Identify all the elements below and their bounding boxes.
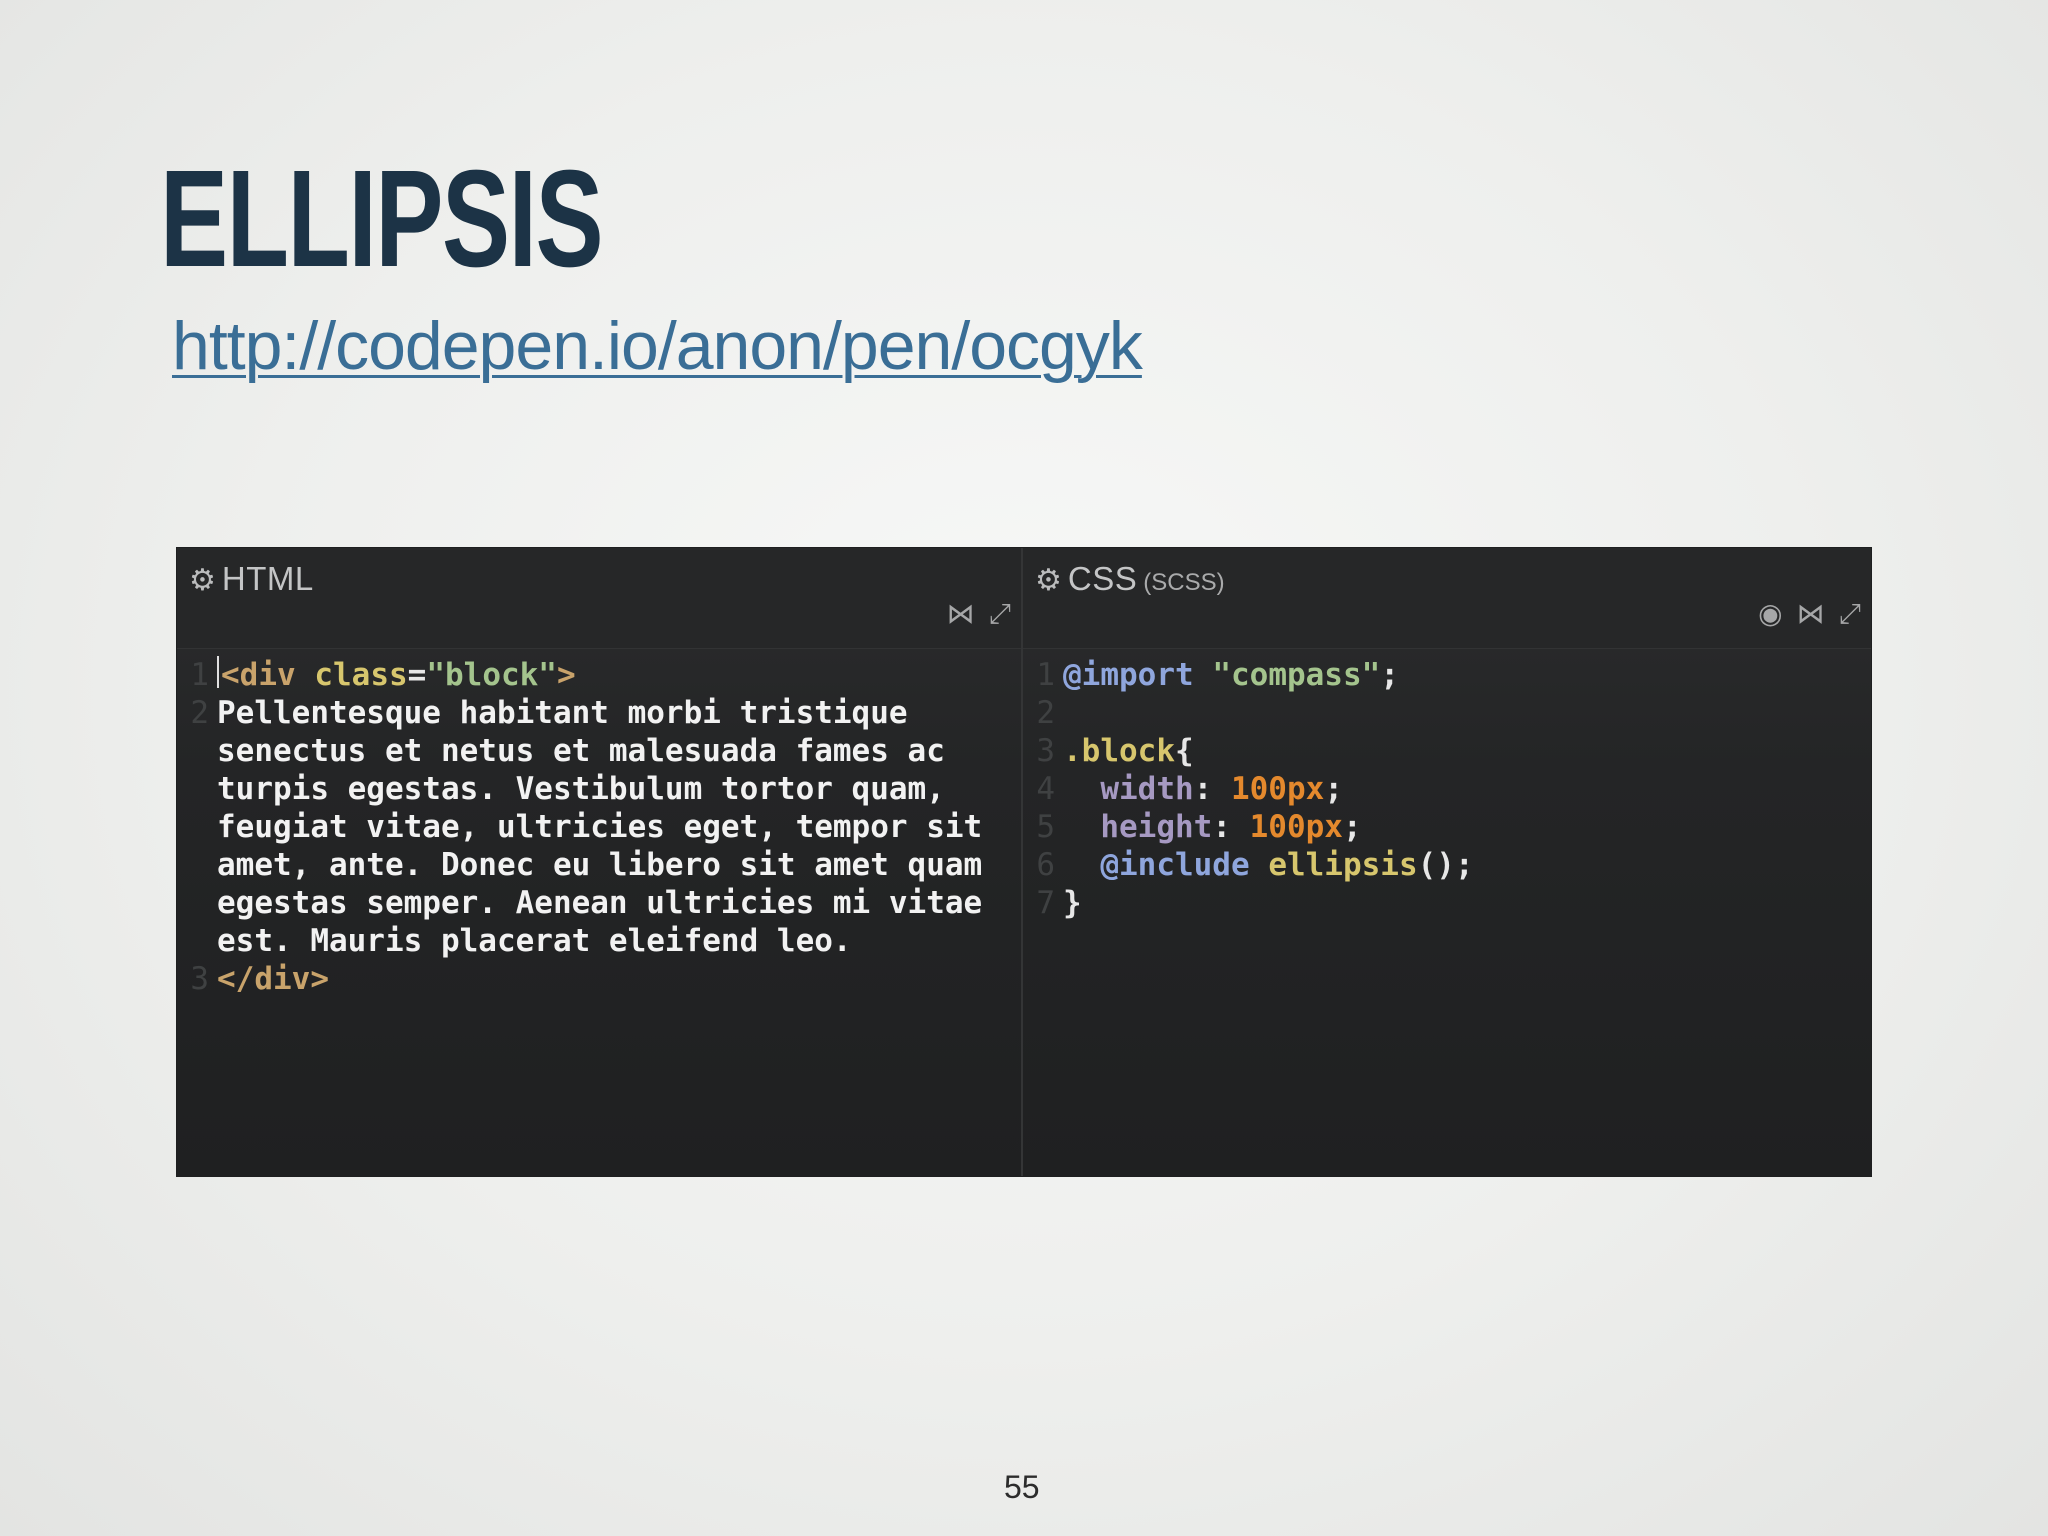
css-code-area[interactable]: 1 @import "compass"; 2 3 .block{ 4 width: … <box>1023 656 1871 922</box>
code-token: ; <box>1342 809 1362 845</box>
code-token: { <box>1174 733 1194 769</box>
gear-icon[interactable]: ⚙ <box>189 566 216 596</box>
code-token: = <box>407 657 427 693</box>
code-token: "compass" <box>1212 657 1381 693</box>
code-line: est. Mauris placerat eleifend leo. <box>177 922 1021 960</box>
code-token: <div <box>221 657 315 693</box>
line-number-spacer <box>177 770 217 808</box>
code-line: 6 @include ellipsis(); <box>1023 846 1871 884</box>
css-pane-title[interactable]: ⚙ CSS (SCSS) <box>1035 560 1225 598</box>
html-pane-label: HTML <box>221 560 314 597</box>
page-number: 55 <box>1004 1469 1040 1505</box>
code-token: ; <box>1454 847 1474 883</box>
line-number: 5 <box>1036 809 1055 845</box>
code-token: 100px <box>1230 771 1325 807</box>
code-token: @import <box>1063 657 1194 693</box>
line-number: 3 <box>190 961 209 997</box>
codepen-link[interactable]: http://codepen.io/anon/pen/ocgyk <box>172 312 1143 380</box>
collapse-icon[interactable]: ⋈ <box>947 600 975 628</box>
code-line: 7} <box>1023 884 1871 922</box>
css-pane: ⚙ CSS (SCSS) ◉ ⋈ ⤢ 1 @import "compass"; 2… <box>1023 548 1871 1176</box>
collapse-icon[interactable]: ⋈ <box>1797 600 1825 628</box>
code-line: 2 <box>1023 694 1871 732</box>
code-line: 5 height: 100px; <box>1023 808 1871 846</box>
code-token: ; <box>1380 657 1399 693</box>
code-text: egestas semper. Aenean ultricies mi vita… <box>217 885 983 921</box>
code-token: .block <box>1063 733 1175 769</box>
slide-title: ELLIPSIS <box>160 142 604 296</box>
line-number: 2 <box>1036 695 1055 731</box>
code-token: @include <box>1100 847 1250 883</box>
code-text: senectus et netus et malesuada fames ac <box>217 733 945 769</box>
code-text: est. Mauris placerat eleifend leo. <box>217 923 852 959</box>
line-number-spacer <box>177 808 217 846</box>
code-token: height <box>1100 809 1213 845</box>
code-line: feugiat vitae, ultricies eget, tempor si… <box>177 808 1021 846</box>
code-text: amet, ante. Donec eu libero sit amet qua… <box>217 847 983 883</box>
line-number: 7 <box>1036 885 1055 921</box>
code-line: 3 .block{ <box>1023 732 1871 770</box>
code-text: Pellentesque habitant morbi tristique <box>217 695 908 731</box>
html-pane: ⚙ HTML ⋈ ⤢ 1 <div class = "block" > 2 Pellent… <box>177 548 1023 1176</box>
line-number-spacer <box>177 922 217 960</box>
code-line: amet, ante. Donec eu libero sit amet qua… <box>177 846 1021 884</box>
line-number: 2 <box>190 695 209 731</box>
html-pane-header: ⚙ HTML ⋈ ⤢ <box>177 548 1021 649</box>
css-pane-tools: ◉ ⋈ ⤢ <box>1758 600 1861 628</box>
code-token: : <box>1193 771 1231 807</box>
line-number: 6 <box>1036 847 1055 883</box>
expand-icon[interactable]: ⤢ <box>1839 600 1861 628</box>
expand-icon[interactable]: ⤢ <box>989 600 1011 628</box>
code-token: width <box>1100 771 1194 807</box>
code-line: turpis egestas. Vestibulum tortor quam, <box>177 770 1021 808</box>
line-number: 3 <box>1036 733 1055 769</box>
css-pane-label: CSS <box>1067 560 1138 597</box>
code-token: ; <box>1324 771 1343 807</box>
code-token: () <box>1417 847 1455 883</box>
code-line: 3 </div> <box>177 960 1021 998</box>
code-line: 1 @import "compass"; <box>1023 656 1871 694</box>
code-token: : <box>1212 809 1250 845</box>
code-text: turpis egestas. Vestibulum tortor quam, <box>217 771 945 807</box>
code-token: class <box>314 657 408 693</box>
css-preprocessor-label: (SCSS) <box>1143 569 1225 596</box>
line-number: 1 <box>1036 657 1055 693</box>
codepen-editor: ⚙ HTML ⋈ ⤢ 1 <div class = "block" > 2 Pellent… <box>177 548 1871 1176</box>
code-line: egestas semper. Aenean ultricies mi vita… <box>177 884 1021 922</box>
html-pane-title[interactable]: ⚙ HTML <box>189 560 314 598</box>
html-pane-tools: ⋈ ⤢ <box>947 600 1011 628</box>
text-cursor <box>217 656 219 688</box>
code-line: 4 width: 100px; <box>1023 770 1871 808</box>
code-token: 100px <box>1249 809 1343 845</box>
code-token: ellipsis <box>1268 847 1418 883</box>
line-number-spacer <box>177 732 217 770</box>
code-text: feugiat vitae, ultricies eget, tempor si… <box>217 809 983 845</box>
eye-icon[interactable]: ◉ <box>1758 600 1782 628</box>
code-line: senectus et netus et malesuada fames ac <box>177 732 1021 770</box>
code-token: > <box>556 657 576 693</box>
code-token: } <box>1063 885 1082 921</box>
line-number-spacer <box>177 846 217 884</box>
line-number: 4 <box>1036 771 1055 807</box>
line-number-spacer <box>177 884 217 922</box>
css-pane-header: ⚙ CSS (SCSS) ◉ ⋈ ⤢ <box>1023 548 1871 649</box>
html-code-area[interactable]: 1 <div class = "block" > 2 Pellentesque habit… <box>177 656 1021 998</box>
gear-icon[interactable]: ⚙ <box>1035 566 1062 596</box>
code-token: "block" <box>426 657 557 693</box>
code-token: </div> <box>217 961 329 997</box>
code-line: 1 <div class = "block" > <box>177 656 1021 694</box>
code-line: 2 Pellentesque habitant morbi tristique <box>177 694 1021 732</box>
line-number: 1 <box>190 657 209 693</box>
